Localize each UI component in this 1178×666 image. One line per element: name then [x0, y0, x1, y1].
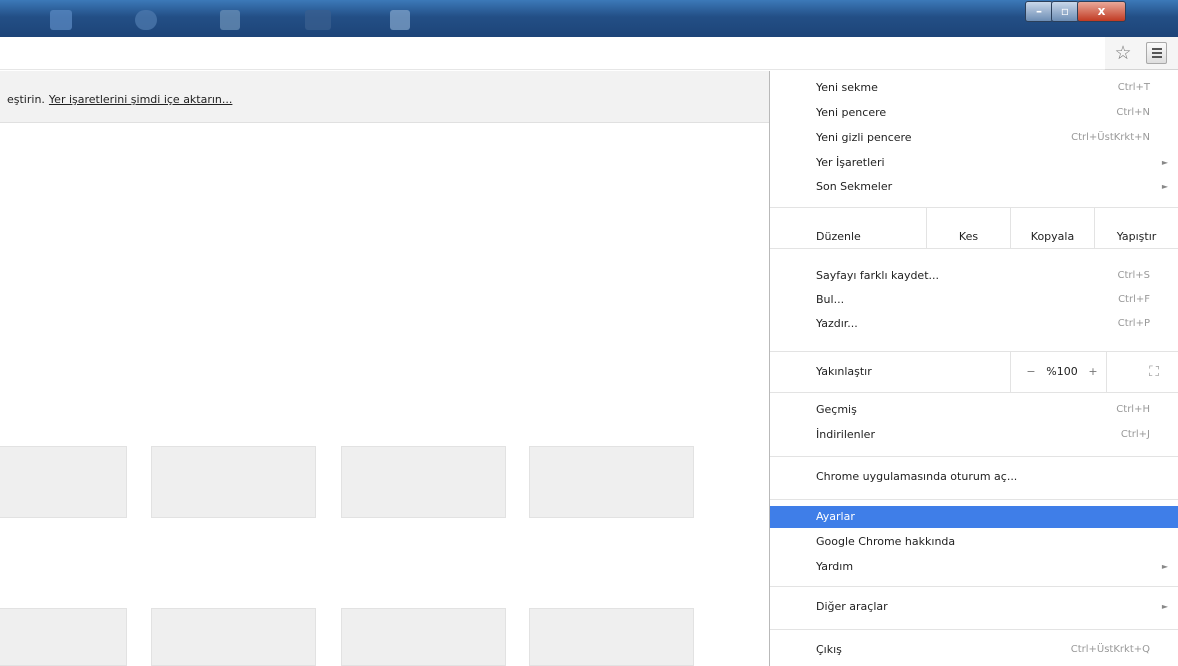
zoom-in-button[interactable]: + — [1084, 361, 1102, 383]
menu-item-label: Çıkış — [816, 643, 842, 656]
bookmark-star-icon[interactable]: ☆ — [1113, 43, 1133, 63]
menu-item-label: Yeni gizli pencere — [816, 131, 912, 144]
fullscreen-icon[interactable]: ⛶ — [1140, 361, 1168, 383]
menu-item-signin[interactable]: Chrome uygulamasında oturum aç... — [770, 466, 1178, 488]
hamburger-icon — [1152, 56, 1162, 58]
menu-item-save-page[interactable]: Sayfayı farklı kaydet... Ctrl+S — [770, 265, 1178, 287]
hamburger-icon — [1152, 52, 1162, 54]
bookmarks-bar-text: eştirin. — [7, 93, 45, 106]
menu-item-shortcut: Ctrl+N — [1116, 107, 1150, 118]
menu-item-shortcut: Ctrl+P — [1117, 318, 1150, 329]
menu-item-incognito[interactable]: Yeni gizli pencere Ctrl+ÜstKrkt+N — [770, 127, 1178, 149]
menu-item-more-tools[interactable]: Diğer araçlar ► — [770, 596, 1178, 618]
menu-separator — [770, 629, 1178, 630]
zoom-label: Yakınlaştır — [816, 365, 872, 378]
menu-item-exit[interactable]: Çıkış Ctrl+ÜstKrkt+Q — [770, 639, 1178, 661]
menu-item-shortcut: Ctrl+S — [1117, 270, 1150, 281]
menu-item-recent-tabs[interactable]: Son Sekmeler ► — [770, 176, 1178, 198]
bookmarks-info-bar: eştirin. Yer işaretlerini şimdi içe aktar… — [0, 71, 770, 123]
import-bookmarks-link[interactable]: Yer işaretlerini şimdi içe aktarın... — [49, 93, 232, 106]
taskbar-app-icon[interactable] — [135, 10, 157, 30]
submenu-arrow-icon: ► — [1161, 562, 1168, 571]
menu-separator — [770, 586, 1178, 587]
most-visited-thumbnail[interactable] — [0, 446, 127, 518]
most-visited-thumbnail[interactable] — [151, 608, 316, 666]
menu-item-bookmarks[interactable]: Yer İşaretleri ► — [770, 152, 1178, 174]
most-visited-thumbnail[interactable] — [341, 446, 506, 518]
cut-button[interactable]: Kes — [927, 226, 1010, 248]
menu-item-label: Sayfayı farklı kaydet... — [816, 269, 940, 282]
menu-item-shortcut: Ctrl+ÜstKrkt+Q — [1070, 644, 1150, 655]
window-titlebar: – ▫ x — [0, 0, 1178, 37]
menu-separator — [770, 207, 1178, 208]
most-visited-thumbnail[interactable] — [341, 608, 506, 666]
chrome-menu: Yeni sekme Ctrl+T Yeni pencere Ctrl+N Ye… — [769, 71, 1178, 666]
menu-item-label: İndirilenler — [816, 428, 875, 441]
submenu-arrow-icon: ► — [1161, 158, 1168, 167]
most-visited-thumbnail[interactable] — [0, 608, 127, 666]
close-button[interactable]: x — [1077, 1, 1126, 22]
menu-item-shortcut: Ctrl+T — [1117, 82, 1150, 93]
menu-item-new-window[interactable]: Yeni pencere Ctrl+N — [770, 102, 1178, 124]
menu-item-label: Yardım — [816, 560, 854, 573]
menu-item-about[interactable]: Google Chrome hakkında — [770, 531, 1178, 553]
menu-item-label: Google Chrome hakkında — [816, 535, 956, 548]
paste-button[interactable]: Yapıştır — [1095, 226, 1178, 248]
menu-separator — [770, 456, 1178, 457]
menu-item-downloads[interactable]: İndirilenler Ctrl+J — [770, 424, 1178, 446]
menu-item-find[interactable]: Bul... Ctrl+F — [770, 289, 1178, 311]
zoom-level-value: %100 — [1046, 365, 1078, 378]
menu-item-label: Yer İşaretleri — [816, 156, 885, 169]
menu-cell-divider — [1010, 352, 1011, 392]
submenu-arrow-icon: ► — [1161, 182, 1168, 191]
most-visited-thumbnail[interactable] — [529, 608, 694, 666]
taskbar-app-icon[interactable] — [220, 10, 240, 30]
menu-separator — [770, 248, 1178, 249]
menu-row-zoom: Yakınlaştır — [770, 361, 1178, 383]
menu-item-shortcut: Ctrl+H — [1116, 404, 1150, 415]
menu-item-label: Yeni pencere — [816, 106, 887, 119]
taskbar-app-icon[interactable] — [390, 10, 410, 30]
menu-item-label: Chrome uygulamasında oturum aç... — [816, 470, 1018, 483]
menu-item-shortcut: Ctrl+ÜstKrkt+N — [1071, 132, 1150, 143]
menu-separator — [770, 499, 1178, 500]
taskbar-app-icon[interactable] — [50, 10, 72, 30]
browser-toolbar: ☆ — [0, 37, 1178, 70]
copy-button[interactable]: Kopyala — [1011, 226, 1094, 248]
menu-item-print[interactable]: Yazdır... Ctrl+P — [770, 313, 1178, 335]
hamburger-icon — [1152, 48, 1162, 50]
menu-item-label: Yazdır... — [816, 317, 858, 330]
menu-item-settings[interactable]: Ayarlar — [770, 506, 1178, 528]
most-visited-thumbnail[interactable] — [529, 446, 694, 518]
chrome-menu-button[interactable] — [1146, 42, 1167, 64]
most-visited-thumbnail[interactable] — [151, 446, 316, 518]
zoom-out-button[interactable]: − — [1022, 361, 1040, 383]
menu-item-label: Diğer araçlar — [816, 600, 888, 613]
menu-cell-divider — [1106, 352, 1107, 392]
menu-item-label: Bul... — [816, 293, 845, 306]
menu-item-new-tab[interactable]: Yeni sekme Ctrl+T — [770, 77, 1178, 99]
menu-item-label: Ayarlar — [816, 510, 855, 523]
menu-item-history[interactable]: Geçmiş Ctrl+H — [770, 399, 1178, 421]
menu-separator — [770, 351, 1178, 352]
menu-item-shortcut: Ctrl+F — [1118, 294, 1150, 305]
menu-item-label: Son Sekmeler — [816, 180, 893, 193]
menu-item-shortcut: Ctrl+J — [1120, 429, 1150, 440]
menu-separator — [770, 392, 1178, 393]
menu-item-help[interactable]: Yardım ► — [770, 556, 1178, 578]
submenu-arrow-icon: ► — [1161, 602, 1168, 611]
minimize-button[interactable]: – — [1025, 1, 1053, 22]
maximize-button[interactable]: ▫ — [1051, 1, 1079, 22]
taskbar-app-icon[interactable] — [305, 10, 331, 30]
address-bar[interactable] — [0, 37, 1105, 70]
menu-item-label: Geçmiş — [816, 403, 857, 416]
menu-item-label: Yeni sekme — [816, 81, 878, 94]
edit-label: Düzenle — [816, 230, 861, 243]
